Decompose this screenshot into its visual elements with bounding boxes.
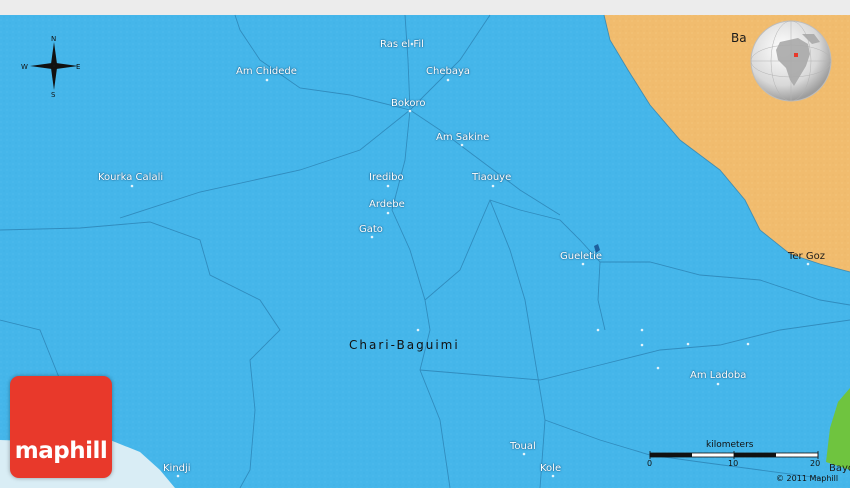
copyright-text: © 2011 Maphill bbox=[776, 474, 839, 483]
maphill-logo[interactable]: maphill bbox=[10, 376, 112, 478]
scale-tick: 0 bbox=[647, 459, 653, 468]
compass-n: N bbox=[51, 35, 56, 43]
map-canvas[interactable]: N S E W Ras el Fil Am Chidede Chebaya Bo… bbox=[0, 0, 850, 488]
map-base bbox=[0, 0, 850, 488]
place-label[interactable]: Gato bbox=[359, 224, 383, 235]
place-label[interactable]: Iredibo bbox=[369, 172, 404, 183]
place-label[interactable]: Toual bbox=[510, 441, 536, 452]
region-label: Chari-Baguimi bbox=[349, 338, 460, 352]
place-label[interactable]: Ba bbox=[731, 31, 747, 45]
compass-w: W bbox=[21, 63, 28, 71]
globe-locator-icon bbox=[750, 20, 832, 102]
place-label[interactable]: Am Ladoba bbox=[690, 370, 746, 381]
place-label[interactable]: Am Sakine bbox=[436, 132, 489, 143]
compass-s: S bbox=[51, 91, 56, 98]
place-label[interactable]: Gueletie bbox=[560, 251, 602, 262]
place-label[interactable]: Ardebe bbox=[369, 199, 405, 210]
place-label[interactable]: Am Chidede bbox=[236, 66, 297, 77]
place-label[interactable]: Bokoro bbox=[391, 98, 426, 109]
place-label[interactable]: Kindji bbox=[163, 463, 191, 474]
place-label[interactable]: Kourka Calali bbox=[98, 172, 163, 183]
top-band bbox=[0, 0, 850, 15]
globe-marker bbox=[794, 53, 798, 57]
scale-bar: kilometers 0 10 20 bbox=[646, 440, 822, 472]
compass-e: E bbox=[76, 63, 80, 71]
place-label[interactable]: Tiaouye bbox=[472, 172, 511, 183]
scale-title: kilometers bbox=[706, 440, 754, 450]
place-label[interactable]: Chebaya bbox=[426, 66, 470, 77]
place-label[interactable]: Bayo bbox=[829, 463, 850, 474]
place-label[interactable]: Ras el Fil bbox=[380, 39, 424, 50]
scale-tick: 20 bbox=[810, 459, 821, 468]
place-label[interactable]: Kole bbox=[540, 463, 561, 474]
logo-text: maphill bbox=[14, 438, 108, 464]
scale-tick: 10 bbox=[728, 459, 739, 468]
place-label[interactable]: Ter Goz bbox=[788, 251, 825, 262]
compass-rose-icon: N S E W bbox=[21, 35, 80, 98]
